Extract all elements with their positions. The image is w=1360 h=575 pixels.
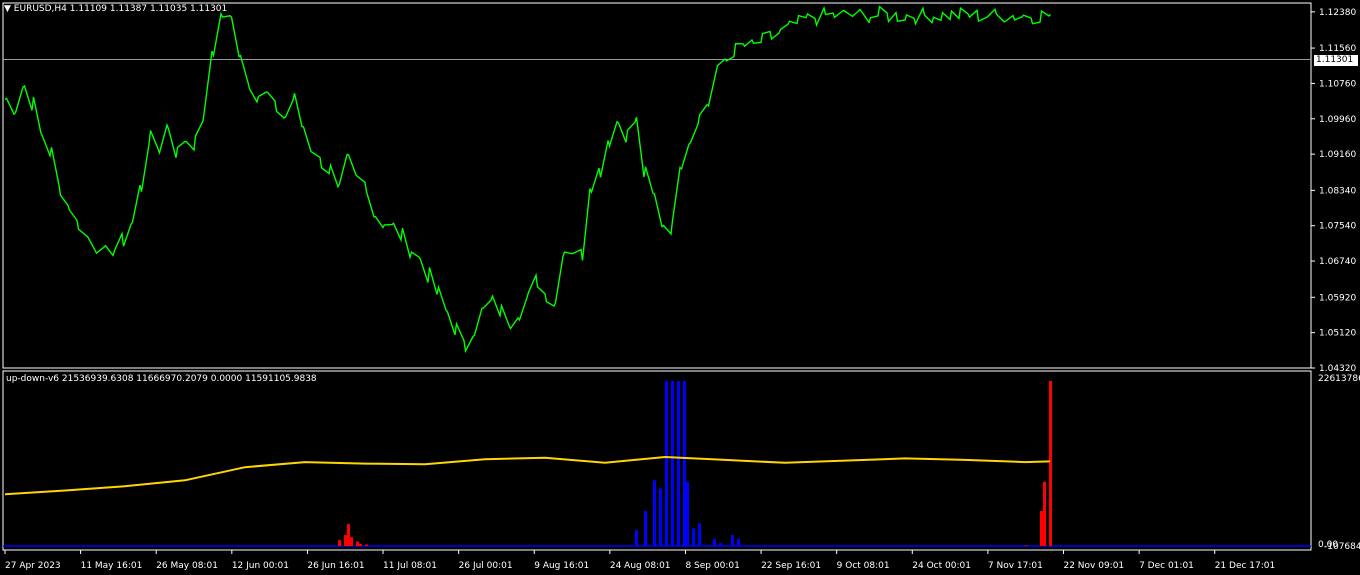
price-tick-label: 1.05920 (1319, 293, 1356, 303)
up-histogram-bar (731, 535, 734, 546)
time-tick-label: 24 Oct 00:01 (912, 561, 971, 571)
up-histogram-bar (737, 538, 740, 546)
up-histogram-bar (644, 510, 647, 546)
ma-line (4, 455, 1051, 496)
time-tick-label: 7 Dec 01:01 (1139, 561, 1194, 571)
time-tick-label: 26 May 08:01 (156, 561, 218, 571)
indicator-header: up-down-v6 21536939.6308 11666970.2079 0… (6, 374, 317, 384)
down-histogram-bar (1043, 481, 1046, 546)
time-tick-label: 22 Sep 16:01 (761, 561, 821, 571)
down-histogram-bar (350, 537, 353, 546)
time-tick-label: 26 Jul 00:01 (459, 561, 513, 571)
down-histogram-bar (359, 543, 362, 546)
up-histogram-bar (692, 528, 695, 546)
price-tick-label: 1.07540 (1319, 222, 1356, 232)
time-tick-label: 22 Nov 09:01 (1063, 561, 1124, 571)
up-histogram-bar (677, 381, 680, 546)
price-tick-label: 1.11560 (1319, 44, 1356, 54)
indicator-axis-min: -1076846. (1324, 542, 1360, 552)
time-tick-label: 7 Nov 17:01 (988, 561, 1043, 571)
time-tick-label: 9 Oct 08:01 (837, 561, 890, 571)
price-tick-label: 1.05120 (1319, 329, 1356, 339)
down-histogram-bar (356, 541, 359, 546)
chart-header: ▼ EURUSD,H4 1.11109 1.11387 1.11035 1.11… (4, 4, 227, 14)
price-tick-label: 1.08340 (1319, 186, 1356, 196)
down-histogram-bar (365, 544, 368, 546)
price-tick-label: 1.10760 (1319, 79, 1356, 89)
time-tick-label: 11 May 16:01 (81, 561, 143, 571)
time-tick-label: 24 Aug 08:01 (610, 561, 671, 571)
time-tick-label: 9 Aug 16:01 (534, 561, 589, 571)
price-tick-label: 1.04320 (1319, 364, 1356, 374)
time-tick-label: 12 Jun 00:01 (232, 561, 289, 571)
up-histogram-bar (686, 481, 689, 546)
up-histogram-bar (713, 538, 716, 546)
time-tick-label: 26 Jun 16:01 (307, 561, 364, 571)
symbol-label: EURUSD,H4 (13, 4, 67, 14)
up-histogram-bar (719, 543, 722, 546)
current-price-tag: 1.11301 (1314, 54, 1358, 66)
down-histogram-bar (347, 524, 350, 546)
up-histogram-bar (659, 488, 662, 546)
down-histogram-bar (344, 535, 347, 546)
time-tick-label: 11 Jul 08:01 (383, 561, 437, 571)
time-tick-label: 8 Sep 00:01 (685, 561, 739, 571)
price-pane-border (2, 2, 1312, 369)
ohlc-label: 1.11109 1.11387 1.11035 1.11301 (69, 4, 228, 14)
down-histogram-bar (1040, 510, 1043, 546)
up-histogram-bar (683, 381, 686, 546)
down-histogram-bar (1049, 381, 1052, 546)
up-histogram-bar (665, 381, 668, 546)
indicator-axis-top: 22613786. (1318, 374, 1360, 384)
triangle-down-icon[interactable]: ▼ (4, 4, 11, 14)
chart-canvas[interactable]: 1.12380 1.11560 1.10760 1.09960 1.09160 1.083… (0, 0, 1360, 575)
price-tick-label: 1.06740 (1319, 257, 1356, 267)
price-tick-label: 1.09160 (1319, 150, 1356, 160)
down-histogram-bar (1025, 545, 1028, 546)
time-tick-label: 27 Apr 2023 (5, 561, 61, 571)
down-histogram-bar (338, 540, 341, 546)
price-tick-label: 1.12380 (1319, 8, 1356, 18)
indicator-pane-border (2, 370, 1312, 551)
time-tick-label: 21 Dec 17:01 (1215, 561, 1276, 571)
up-histogram-bar (635, 529, 638, 546)
price-line (4, 5, 1052, 354)
price-tick-label: 1.09960 (1319, 115, 1356, 125)
up-histogram-bar (653, 480, 656, 546)
up-histogram-bar (698, 523, 701, 546)
up-histogram-bar (671, 381, 674, 546)
